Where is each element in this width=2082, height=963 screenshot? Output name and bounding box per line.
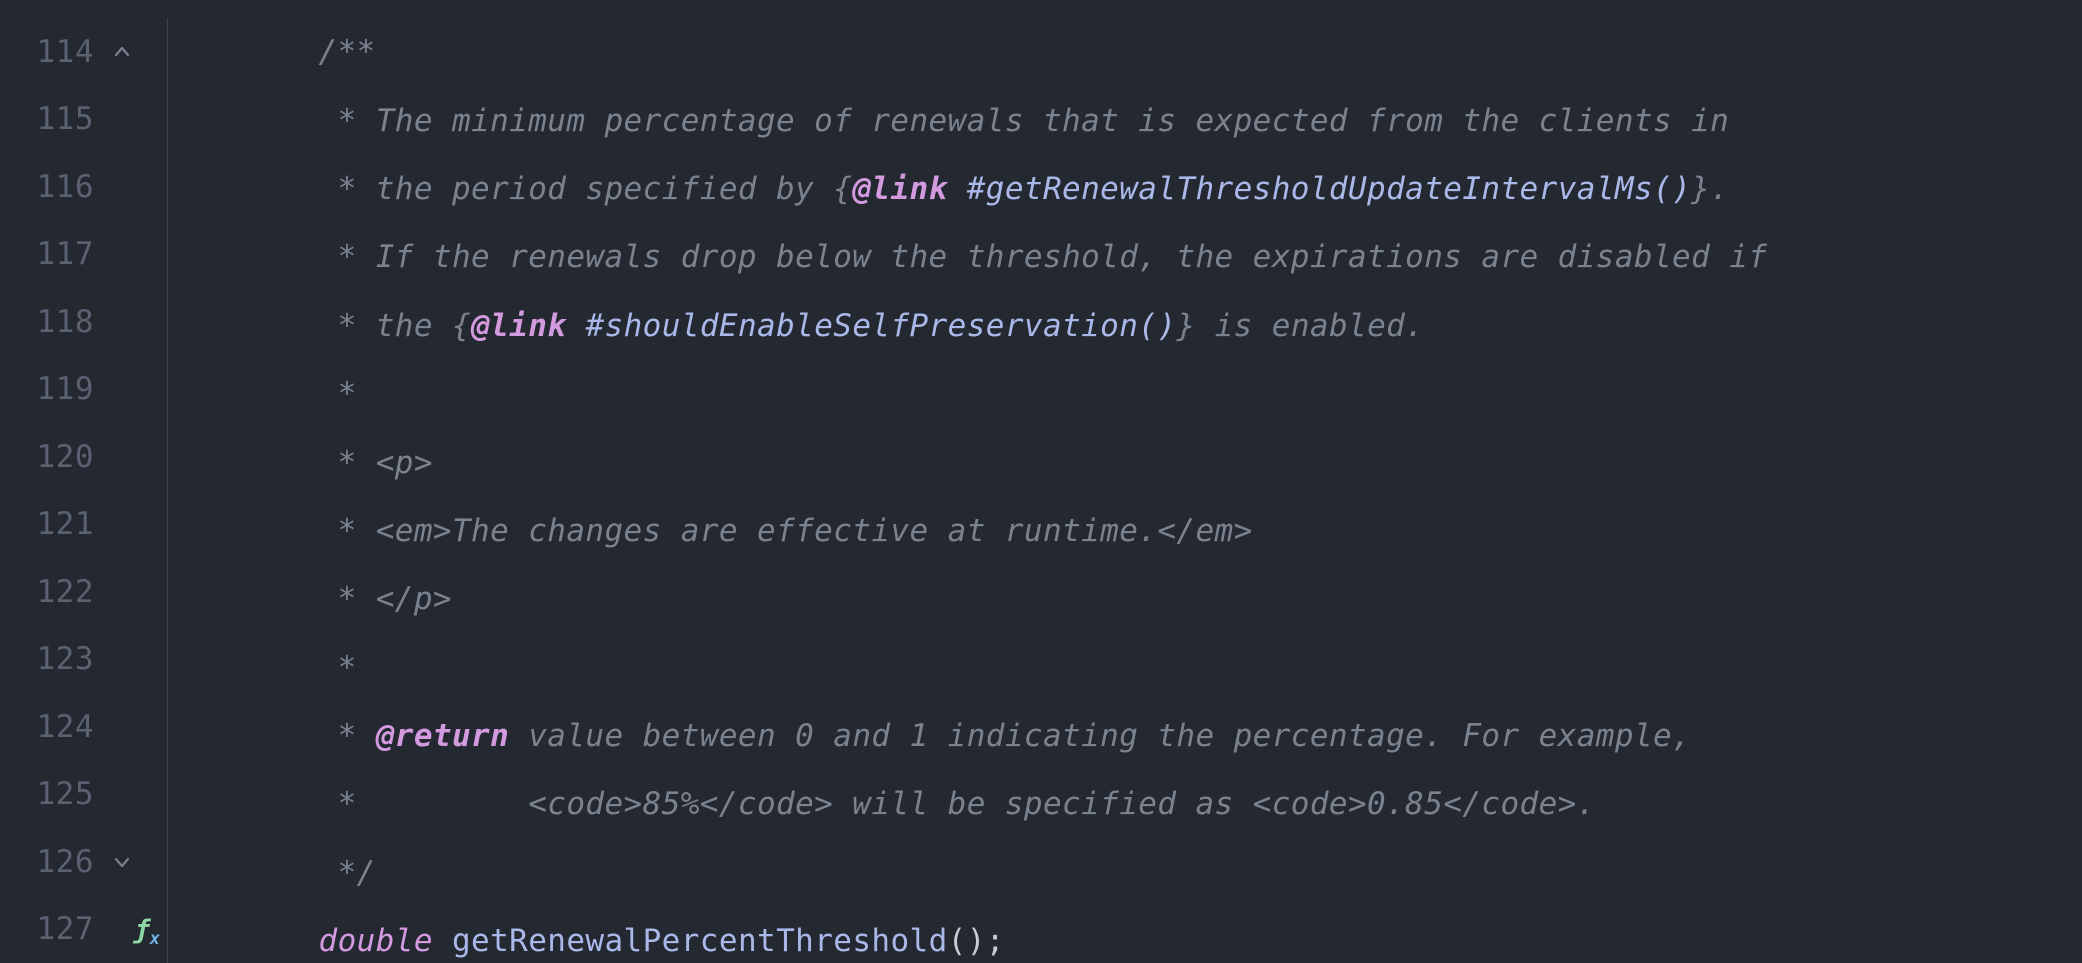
javadoc-text: value between 0 and 1 indicating the per…	[509, 718, 1691, 754]
gutter-row: 127 ƒx	[0, 896, 166, 963]
line-number: 118	[37, 304, 167, 340]
indent	[166, 581, 338, 617]
javadoc-link-ref[interactable]: #getRenewalThresholdUpdateIntervalMs()	[967, 171, 1691, 207]
gutter-row: 118	[0, 288, 166, 356]
gutter-row: 125	[0, 761, 166, 829]
code-area[interactable]: /** * The minimum percentage of renewals…	[166, 0, 2082, 963]
javadoc-link-ref[interactable]: #shouldEnableSelfPreservation()	[585, 308, 1176, 344]
javadoc-tag: @link	[852, 171, 947, 207]
indent	[166, 855, 338, 891]
javadoc-open: /**	[319, 34, 376, 70]
javadoc-star: *	[338, 513, 376, 549]
indent	[166, 786, 338, 822]
line-number: 122	[37, 574, 167, 610]
code-line[interactable]: * <p>	[166, 428, 2082, 496]
javadoc-star: *	[338, 786, 357, 822]
gutter-row: 123	[0, 626, 166, 694]
javadoc-text: the period specified by {	[376, 171, 853, 207]
gutter-row: 117	[0, 221, 166, 289]
gutter-row: 114	[0, 18, 166, 86]
indent	[166, 376, 338, 412]
javadoc-text: If the renewals drop below the threshold…	[376, 239, 1768, 275]
javadoc-text: }.	[1691, 171, 1729, 207]
javadoc-star: *	[338, 376, 357, 412]
javadoc-star: *	[338, 650, 357, 686]
javadoc-text: } is enabled.	[1176, 308, 1424, 344]
code-line[interactable]: /**	[166, 18, 2082, 86]
keyword: double	[319, 923, 433, 959]
line-number: 121	[37, 506, 167, 542]
indent	[166, 171, 338, 207]
code-line[interactable]: *	[166, 360, 2082, 428]
indent	[166, 923, 319, 959]
code-line[interactable]: * If the renewals drop below the thresho…	[166, 223, 2082, 291]
javadoc-tag: @return	[376, 718, 509, 754]
space	[948, 171, 967, 207]
indent	[166, 650, 338, 686]
indent	[166, 103, 338, 139]
gutter-row: 121	[0, 491, 166, 559]
line-number: 117	[37, 236, 167, 272]
javadoc-text: <em>The changes are effective at runtime…	[376, 513, 1253, 549]
indent	[166, 239, 338, 275]
gutter-row: 119	[0, 356, 166, 424]
line-number: 125	[37, 776, 167, 812]
gutter-row: 116	[0, 153, 166, 221]
code-editor: 114 115 116 117 118 119 120 121 122 123 …	[0, 0, 2082, 963]
javadoc-text: <p>	[376, 445, 433, 481]
gutter-row: 126	[0, 828, 166, 896]
punctuation: ();	[948, 923, 1005, 959]
line-number: 123	[37, 641, 167, 677]
space	[566, 308, 585, 344]
indent	[166, 718, 338, 754]
code-line[interactable]: */	[166, 839, 2082, 907]
code-line[interactable]: *	[166, 634, 2082, 702]
line-number: 126	[37, 844, 167, 880]
gutter-row: 122	[0, 558, 166, 626]
code-line[interactable]: * </p>	[166, 565, 2082, 633]
javadoc-tag: @link	[471, 308, 566, 344]
indent	[166, 445, 338, 481]
method-name: getRenewalPercentThreshold	[452, 923, 948, 959]
javadoc-star: *	[338, 445, 376, 481]
fold-up-icon[interactable]	[112, 42, 132, 62]
indent	[166, 34, 319, 70]
line-number: 115	[37, 101, 167, 137]
line-number: 124	[37, 709, 167, 745]
code-line[interactable]: * the period specified by {@link #getRen…	[166, 155, 2082, 223]
javadoc-star: *	[338, 308, 376, 344]
line-number: 114	[37, 34, 167, 70]
javadoc-star: *	[338, 718, 376, 754]
gutter-row: 115	[0, 86, 166, 154]
gutter-row: 124	[0, 693, 166, 761]
function-icon[interactable]: ƒx	[134, 915, 160, 949]
gutter: 114 115 116 117 118 119 120 121 122 123 …	[0, 0, 166, 963]
space	[433, 923, 452, 959]
code-line[interactable]: * <code>85%</code> will be specified as …	[166, 770, 2082, 838]
javadoc-star: *	[338, 239, 376, 275]
javadoc-star: *	[338, 171, 376, 207]
code-line[interactable]: * The minimum percentage of renewals tha…	[166, 86, 2082, 154]
code-line[interactable]: double getRenewalPercentThreshold();	[166, 907, 2082, 963]
javadoc-close: */	[338, 855, 376, 891]
code-line[interactable]: * @return value between 0 and 1 indicati…	[166, 702, 2082, 770]
indent	[166, 308, 338, 344]
javadoc-text: The minimum percentage of renewals that …	[376, 103, 1730, 139]
gutter-row: 120	[0, 423, 166, 491]
fold-down-icon[interactable]	[112, 852, 132, 872]
line-number: 116	[37, 169, 167, 205]
javadoc-text: the {	[376, 308, 471, 344]
line-number: 119	[37, 371, 167, 407]
indent	[166, 513, 338, 549]
javadoc-star: *	[338, 103, 376, 139]
javadoc-star: *	[338, 581, 376, 617]
javadoc-text: </p>	[376, 581, 452, 617]
code-line[interactable]: * <em>The changes are effective at runti…	[166, 497, 2082, 565]
line-number: 120	[37, 439, 167, 475]
code-line[interactable]: * the {@link #shouldEnableSelfPreservati…	[166, 292, 2082, 360]
javadoc-text: <code>85%</code> will be specified as <c…	[357, 786, 1596, 822]
